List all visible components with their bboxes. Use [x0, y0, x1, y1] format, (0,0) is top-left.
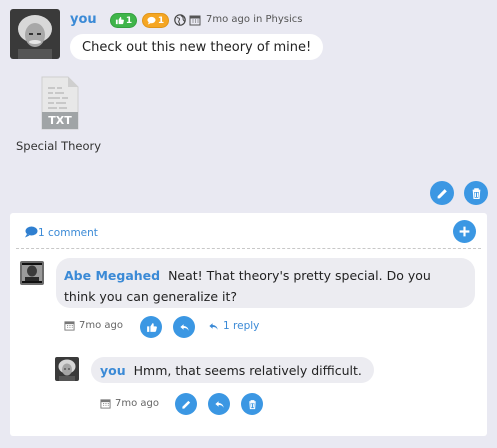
trash-icon — [248, 399, 256, 409]
reply-bubble: you Hmm, that seems relatively difficult. — [91, 357, 374, 383]
comment-author-avatar — [20, 261, 44, 285]
thumbs-up-icon — [146, 322, 157, 332]
speech-bubble-icon — [147, 16, 156, 25]
post-time: 7mo ago — [206, 14, 250, 25]
pencil-icon — [437, 188, 447, 198]
reply-meta: 7mo ago — [100, 398, 159, 409]
attachment-name[interactable]: Special Theory — [16, 139, 101, 153]
post-message: Check out this new theory of mine! — [70, 34, 324, 60]
comment-meta: 7mo ago — [64, 320, 123, 331]
delete-post-button[interactable] — [464, 181, 488, 205]
attachment-file-icon[interactable]: TXT — [38, 76, 82, 130]
reply-comment-button[interactable] — [173, 316, 195, 338]
comment-badge-count: 1 — [157, 15, 165, 26]
comment-count-link[interactable]: 1 comment — [38, 227, 98, 239]
replies-toggle-link[interactable]: 1 reply — [208, 320, 259, 332]
delete-reply-button[interactable] — [241, 393, 263, 415]
reply-arrow-icon — [209, 322, 218, 330]
pencil-icon — [181, 400, 190, 409]
reply-icon — [179, 323, 189, 331]
reply-icon — [214, 400, 224, 408]
reply-author-avatar — [55, 357, 79, 381]
attachment-type-label: TXT — [48, 114, 72, 127]
globe-icon — [174, 14, 186, 26]
post-location-prefix: in — [253, 14, 263, 25]
post-meta: 7mo ago in Physics — [206, 14, 302, 25]
reply-time: 7mo ago — [115, 398, 159, 409]
comment-bubble: Abe Megahed Neat! That theory's pretty sp… — [56, 258, 475, 308]
comment-author-name[interactable]: Abe Megahed — [64, 268, 160, 283]
edit-reply-button[interactable] — [175, 393, 197, 415]
calendar-icon — [189, 15, 201, 26]
plus-icon — [459, 226, 470, 237]
replies-count: 1 reply — [223, 320, 260, 332]
post-author-name[interactable]: you — [70, 12, 97, 27]
upvote-count: 1 — [125, 15, 133, 26]
comments-divider — [16, 248, 481, 249]
post-author-avatar — [10, 9, 60, 59]
comment-bubble-icon — [25, 226, 38, 238]
comment-time: 7mo ago — [79, 320, 123, 331]
reply-to-reply-button[interactable] — [208, 393, 230, 415]
post-location[interactable]: Physics — [266, 14, 303, 25]
upvote-badge[interactable]: 1 — [110, 13, 137, 28]
thumbs-up-icon — [115, 16, 124, 25]
reply-text: Hmm, that seems relatively difficult. — [133, 362, 362, 378]
calendar-icon — [64, 321, 75, 331]
comment-badge[interactable]: 1 — [142, 13, 169, 28]
calendar-icon — [100, 399, 111, 409]
trash-icon — [472, 187, 480, 199]
reply-author-name[interactable]: you — [100, 363, 126, 378]
add-comment-button[interactable] — [453, 220, 476, 243]
like-comment-button[interactable] — [140, 316, 162, 338]
edit-post-button[interactable] — [430, 181, 454, 205]
